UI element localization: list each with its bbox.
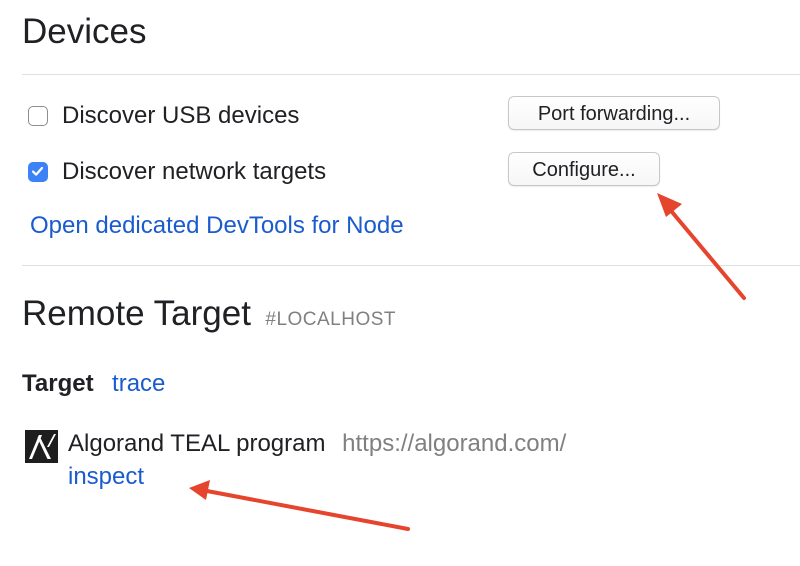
- arrow-to-configure: [657, 193, 746, 300]
- arrow-to-inspect: [189, 480, 410, 531]
- annotation-arrows: [189, 193, 746, 531]
